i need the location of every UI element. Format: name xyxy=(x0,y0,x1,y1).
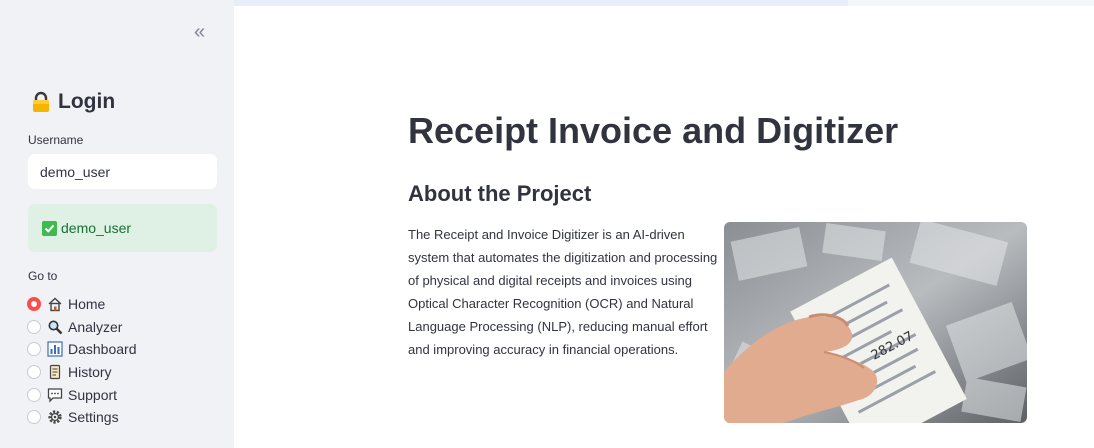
nav-label-dashboard: Dashboard xyxy=(68,341,137,358)
lock-icon xyxy=(33,91,49,112)
gear-icon xyxy=(47,409,63,425)
nav-item-support[interactable]: Support xyxy=(27,383,137,406)
check-mark-icon xyxy=(42,220,57,236)
radio-selected[interactable] xyxy=(27,297,41,312)
sidebar: « Login Username demo_user demo_user Go … xyxy=(0,0,234,448)
nav-item-analyzer[interactable]: Analyzer xyxy=(27,316,137,339)
speech-bubble-icon xyxy=(47,387,63,403)
section-heading: About the Project xyxy=(408,181,592,206)
radio-unselected[interactable] xyxy=(27,387,41,402)
top-strip-right xyxy=(848,0,1094,6)
radio-unselected[interactable] xyxy=(27,365,41,380)
radio-unselected[interactable] xyxy=(27,319,41,334)
nav-radio-group: Home Analyzer Dashboard History Support … xyxy=(27,293,137,429)
collapse-sidebar-button[interactable]: « xyxy=(194,22,205,42)
nav-item-dashboard[interactable]: Dashboard xyxy=(27,338,137,361)
nav-label-support: Support xyxy=(68,386,118,403)
login-success-alert: demo_user xyxy=(28,204,217,252)
home-icon xyxy=(47,296,63,312)
bar-chart-icon xyxy=(47,341,63,358)
nav-label-home: Home xyxy=(68,296,106,313)
radio-unselected[interactable] xyxy=(27,342,41,357)
nav-label-history: History xyxy=(68,364,112,381)
username-label: Username xyxy=(28,133,84,147)
magnifier-icon xyxy=(47,319,63,335)
nav-item-home[interactable]: Home xyxy=(27,293,137,316)
success-text: demo_user xyxy=(61,220,132,236)
login-heading: Login xyxy=(30,90,115,114)
page-title: Receipt Invoice and Digitizer xyxy=(408,110,899,151)
goto-label: Go to xyxy=(28,269,58,283)
nav-label-analyzer: Analyzer xyxy=(68,318,123,335)
scroll-icon xyxy=(47,364,63,380)
login-title: Login xyxy=(58,90,116,113)
project-description: The Receipt and Invoice Digitizer is an … xyxy=(408,227,718,357)
radio-unselected[interactable] xyxy=(27,410,41,425)
receipt-photo: 282.07 xyxy=(724,222,1027,423)
username-input[interactable]: demo_user xyxy=(28,154,217,189)
nav-label-settings: Settings xyxy=(68,409,119,426)
nav-item-settings[interactable]: Settings xyxy=(27,406,137,429)
nav-item-history[interactable]: History xyxy=(27,361,137,384)
